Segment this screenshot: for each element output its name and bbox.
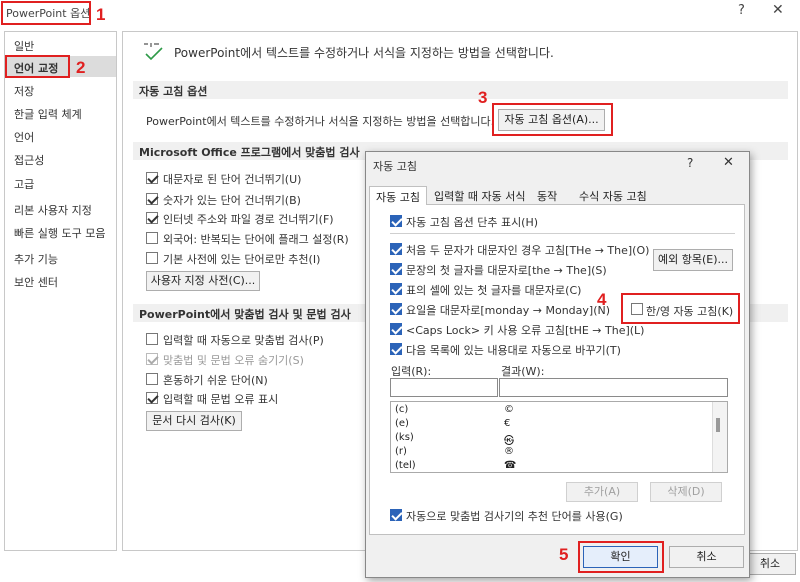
replace-input-field[interactable] xyxy=(390,378,498,397)
autocorrect-desc: PowerPoint에서 텍스트를 수정하거나 서식을 지정하는 방법을 선택합… xyxy=(146,115,495,128)
cancel-button[interactable]: 취소 xyxy=(669,546,744,568)
sidebar-item-addins[interactable]: 추가 기능 xyxy=(14,251,58,267)
tab-autoformat-as-you-type[interactable]: 입력할 때 자동 서식 xyxy=(428,186,531,205)
close-icon[interactable]: ✕ xyxy=(772,2,784,18)
sidebar-item-advanced[interactable]: 고급 xyxy=(14,176,34,192)
list-scrollbar-thumb[interactable] xyxy=(716,418,720,432)
list-item-input: (c) xyxy=(395,404,409,415)
option-ignore-urls: 인터넷 주소와 파일 경로 건너뛰기(F) xyxy=(163,213,334,226)
annotation-number-2: 2 xyxy=(76,58,86,77)
checkbox-replace-as-type[interactable] xyxy=(390,343,402,355)
checkbox-check-as-type[interactable] xyxy=(146,333,158,345)
recheck-document-button[interactable]: 문서 다시 검사(K) xyxy=(146,411,242,431)
list-item-result: ㉿ xyxy=(504,436,514,447)
checkbox-main-dict-only[interactable] xyxy=(146,252,158,264)
checkbox-caps-lock[interactable] xyxy=(390,323,402,335)
sidebar-item-accessibility[interactable]: 접근성 xyxy=(14,152,44,168)
sidebar-item-language[interactable]: 언어 xyxy=(14,129,34,145)
exceptions-button[interactable]: 예외 항목(E)... xyxy=(653,249,733,271)
option-mark-grammar: 입력할 때 문법 오류 표시 xyxy=(163,393,279,406)
annotation-box-1 xyxy=(1,1,91,25)
checkbox-hide-errors[interactable] xyxy=(146,353,158,365)
tab-math-autocorrect[interactable]: 수식 자동 고침 xyxy=(573,186,653,205)
sidebar-item-korean-input[interactable]: 한글 입력 체계 xyxy=(14,106,82,122)
option-show-buttons: 자동 고침 옵션 단추 표시(H) xyxy=(406,216,539,229)
list-scrollbar[interactable] xyxy=(712,402,727,472)
checkbox-capitalize-days[interactable] xyxy=(390,303,402,315)
sidebar-item-quick-access[interactable]: 빠른 실행 도구 모음 xyxy=(14,225,105,241)
checkbox-ignore-numbers[interactable] xyxy=(146,193,158,205)
divider xyxy=(390,233,735,234)
annotation-number-3: 3 xyxy=(478,88,488,107)
annotation-box-3 xyxy=(492,103,613,136)
option-replace-as-type: 다음 목록에 있는 내용대로 자동으로 바꾸기(T) xyxy=(406,344,621,357)
tab-actions[interactable]: 동작 xyxy=(531,186,563,205)
list-item-result: © xyxy=(504,404,514,415)
checkbox-flag-repeated[interactable] xyxy=(146,232,158,244)
option-ignore-numbers: 숫자가 있는 단어 건너뛰기(B) xyxy=(163,194,301,207)
option-capitalize-sentences: 문장의 첫 글자를 대문자로[the → The](S) xyxy=(406,264,607,277)
checkbox-mark-grammar[interactable] xyxy=(146,392,158,404)
help-icon[interactable]: ? xyxy=(738,3,745,18)
checkbox-show-buttons[interactable] xyxy=(390,215,402,227)
sidebar-item-customize-ribbon[interactable]: 리본 사용자 지정 xyxy=(14,202,92,218)
checkbox-ignore-urls[interactable] xyxy=(146,212,158,224)
option-frequently-confused: 혼동하기 쉬운 단어(N) xyxy=(163,374,268,387)
list-item-input: (ks) xyxy=(395,432,414,443)
tab-autocorrect[interactable]: 자동 고침 xyxy=(369,186,427,205)
sidebar-item-trust-center[interactable]: 보안 센터 xyxy=(14,274,58,290)
dialog-help-icon[interactable]: ? xyxy=(687,156,693,170)
option-capitalize-table-cells: 표의 셀에 있는 첫 글자를 대문자로(C) xyxy=(406,284,582,297)
sidebar: 일반 언어 교정 저장 한글 입력 체계 언어 접근성 고급 리본 사용자 지정… xyxy=(4,31,117,551)
autocorrect-section-header: 자동 고침 옵션 xyxy=(133,81,788,99)
checkbox-ignore-uppercase[interactable] xyxy=(146,172,158,184)
option-hide-errors: 맞춤법 및 문법 오류 숨기기(S) xyxy=(163,354,304,367)
checkbox-use-spellchecker-suggestions[interactable] xyxy=(390,509,402,521)
option-capitalize-days: 요일을 대문자로[monday → Monday](N) xyxy=(406,304,611,317)
list-item-input: (tel) xyxy=(395,460,416,471)
list-item-input: (r) xyxy=(395,446,407,457)
list-item-result: ☎ xyxy=(504,460,517,471)
replacement-list[interactable] xyxy=(390,401,728,473)
add-entry-button[interactable]: 추가(A) xyxy=(566,482,638,502)
delete-entry-button[interactable]: 삭제(D) xyxy=(650,482,722,502)
result-label: 결과(W): xyxy=(501,365,545,378)
annotation-box-4 xyxy=(621,293,740,324)
intro-text: PowerPoint에서 텍스트를 수정하거나 서식을 지정하는 방법을 선택합… xyxy=(174,46,554,60)
options-cancel-button[interactable]: 취소 xyxy=(744,553,796,575)
sidebar-item-general[interactable]: 일반 xyxy=(14,38,34,54)
annotation-number-5: 5 xyxy=(559,545,569,564)
option-two-initial-caps: 처음 두 문자가 대문자인 경우 고침[THe → The](O) xyxy=(406,244,650,257)
list-item-result: € xyxy=(504,418,511,429)
option-check-as-type: 입력할 때 자동으로 맞춤법 검사(P) xyxy=(163,334,324,347)
annotation-number-1: 1 xyxy=(96,5,106,24)
checkbox-capitalize-table-cells[interactable] xyxy=(390,283,402,295)
option-flag-repeated: 외국어: 반복되는 단어에 플래그 설정(R) xyxy=(163,233,349,246)
checkbox-frequently-confused[interactable] xyxy=(146,373,158,385)
annotation-box-2 xyxy=(5,55,70,78)
option-ignore-uppercase: 대문자로 된 단어 건너뛰기(U) xyxy=(163,173,302,186)
option-main-dict-only: 기본 사전에 있는 단어로만 추천(I) xyxy=(163,253,321,266)
list-item-input: (e) xyxy=(395,418,409,429)
sidebar-item-save[interactable]: 저장 xyxy=(14,83,34,99)
option-use-spellchecker-suggestions: 자동으로 맞춤법 검사기의 추천 단어를 사용(G) xyxy=(406,510,623,523)
proofing-check-icon xyxy=(144,43,163,61)
option-caps-lock: <Caps Lock> 키 사용 오류 고침[tHE → The](L) xyxy=(406,324,645,337)
checkbox-two-initial-caps[interactable] xyxy=(390,243,402,255)
dialog-close-icon[interactable]: ✕ xyxy=(723,155,734,170)
dialog-title: 자동 고침 xyxy=(373,160,417,173)
list-item-result: ® xyxy=(504,446,514,457)
input-label: 입력(R): xyxy=(391,365,432,378)
replace-result-field[interactable] xyxy=(499,378,728,397)
custom-dictionaries-button[interactable]: 사용자 지정 사전(C)... xyxy=(146,271,260,291)
annotation-box-5 xyxy=(578,541,664,573)
annotation-number-4: 4 xyxy=(597,290,607,309)
checkbox-capitalize-sentences[interactable] xyxy=(390,263,402,275)
